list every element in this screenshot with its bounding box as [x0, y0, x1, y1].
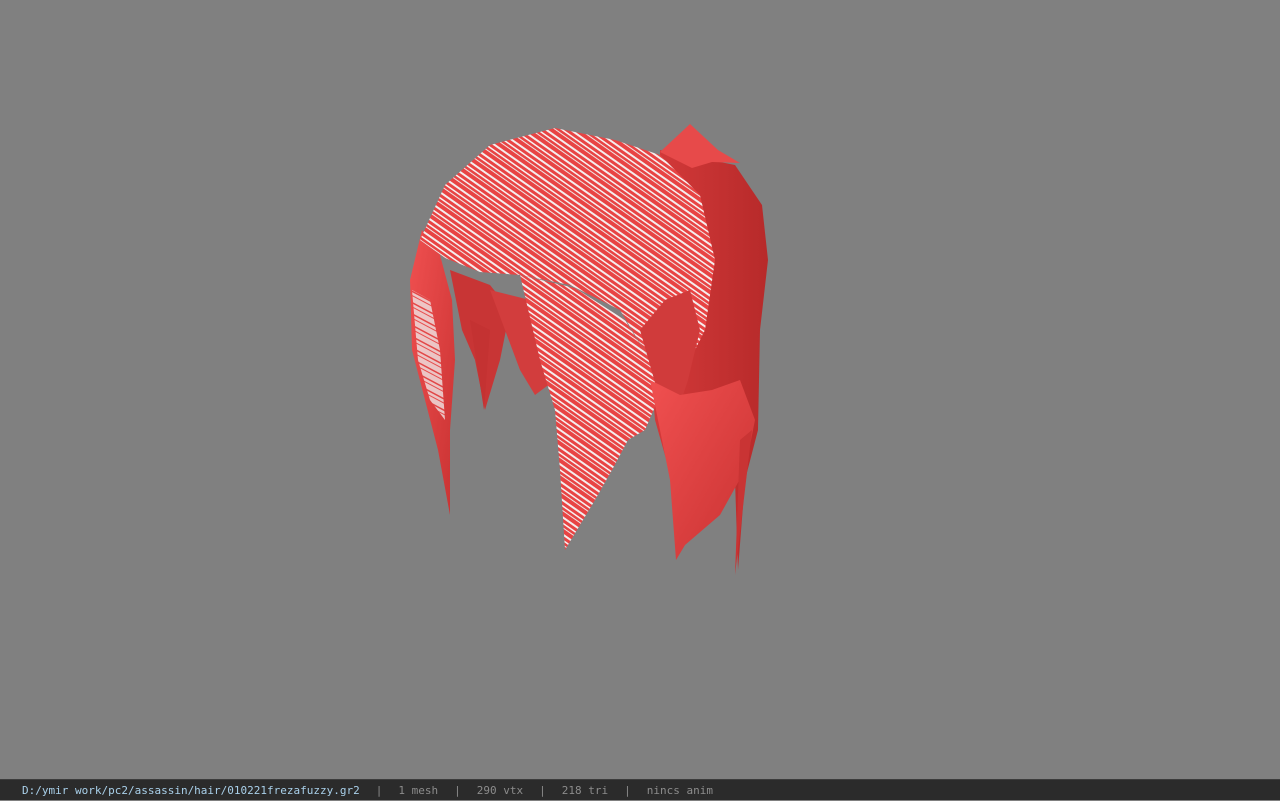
hair-model-render[interactable] [0, 0, 1280, 779]
separator: | [624, 783, 631, 797]
animation-status-label: nincs anim [646, 783, 713, 797]
status-bar: D:/ymir work/pc2/assassin/hair/010221fre… [0, 779, 1280, 800]
triangle-count-label: 218 tri [561, 783, 609, 797]
vertex-count-label: 290 vtx [476, 783, 524, 797]
3d-viewport[interactable] [0, 0, 1280, 779]
separator: | [454, 783, 461, 797]
mesh-count-label: 1 mesh [398, 783, 439, 797]
separator: | [539, 783, 546, 797]
separator: | [375, 783, 383, 797]
file-path-label: D:/ymir work/pc2/assassin/hair/010221fre… [22, 783, 360, 797]
